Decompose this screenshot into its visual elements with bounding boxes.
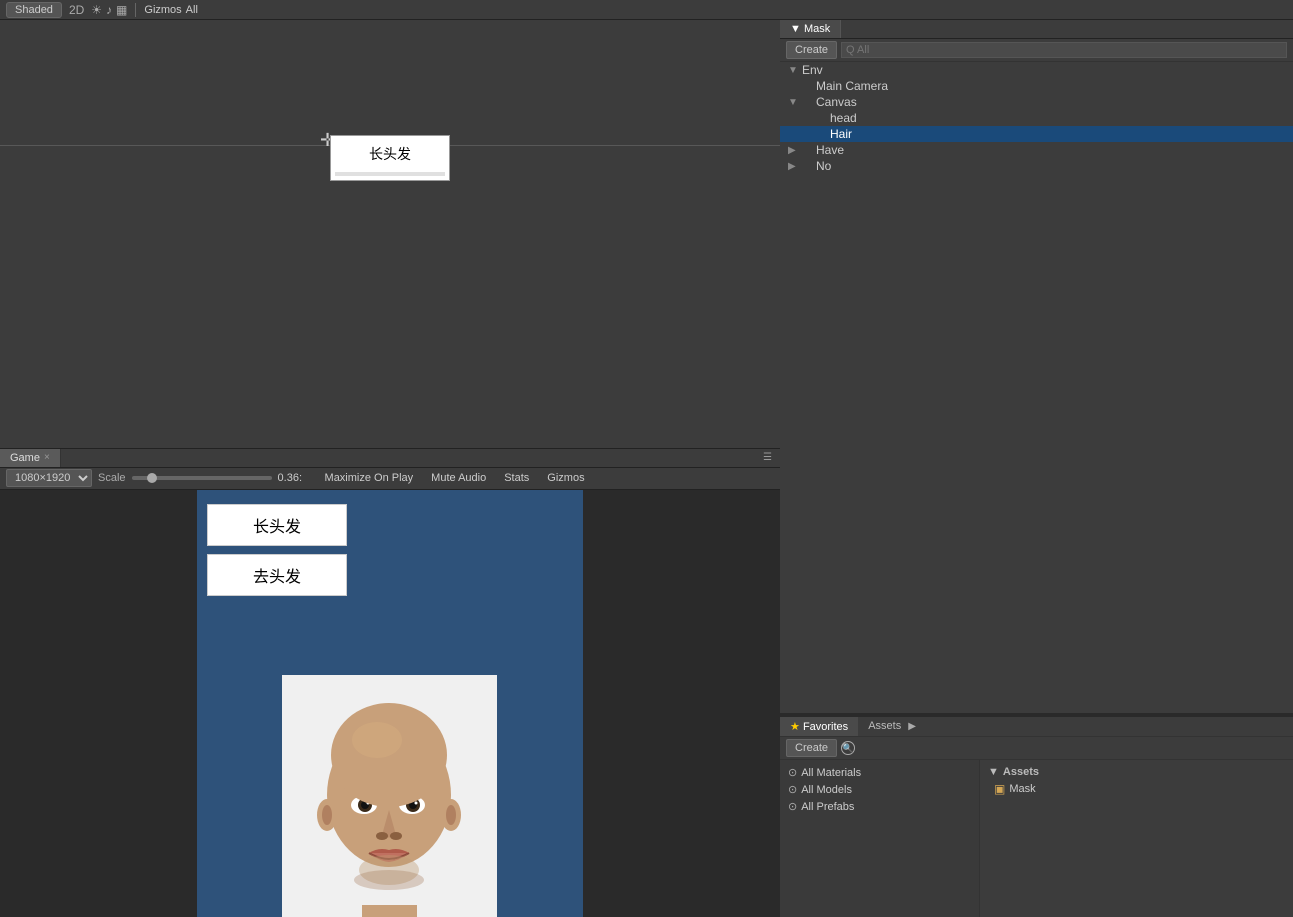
face-illustration (282, 675, 497, 917)
project-favorites-panel: ⊙ All Materials ⊙ All Models ⊙ All Prefa… (780, 760, 980, 917)
project-tabs: ★ Favorites Assets ▶ (780, 717, 1293, 737)
hierarchy-item-have[interactable]: ▶ Have (780, 142, 1293, 158)
have-label: Have (816, 143, 844, 157)
head-photo (282, 675, 497, 917)
scale-value: 0.36: (278, 472, 313, 484)
gizmos-button[interactable]: Gizmos (541, 470, 590, 486)
scene-content: ✛ 长头发 (0, 20, 780, 448)
project-panel: ★ Favorites Assets ▶ Create 🔍 ⊙ (780, 717, 1293, 917)
game-tab-close[interactable]: × (44, 452, 50, 463)
hierarchy-tab-label: ▼ (790, 23, 804, 35)
assets-tab-label: Assets (868, 720, 901, 732)
mask-asset-label: Mask (1009, 783, 1035, 795)
hierarchy-tabs: ▼ Mask (780, 20, 1293, 39)
assets-expand-arrow[interactable]: ▼ (988, 766, 999, 778)
maximize-on-play-button[interactable]: Maximize On Play (319, 470, 420, 486)
hierarchy-item-main-camera[interactable]: Main Camera (780, 78, 1293, 94)
game-content: 长头发 去头发 (0, 490, 780, 917)
gizmos-label: Gizmos (144, 4, 181, 16)
star-icon: ★ (790, 721, 800, 733)
favorites-all-materials[interactable]: ⊙ All Materials (784, 764, 975, 781)
audio-icon: ♪ (106, 3, 112, 17)
scene-viewport: ✛ 长头发 (0, 20, 780, 448)
scene-popup-title: 长头发 (335, 140, 445, 168)
hierarchy-item-env[interactable]: ▼ Env (780, 62, 1293, 78)
shaded-button[interactable]: Shaded (6, 2, 62, 18)
all-prefabs-label: All Prefabs (801, 801, 854, 813)
game-tab-bar: Game × ☰ (0, 448, 780, 468)
project-create-button[interactable]: Create (786, 739, 837, 757)
main-area: ✛ 长头发 Game × ☰ 1080×1920 Scale (0, 20, 1293, 917)
game-viewport: 长头发 去头发 (0, 490, 780, 917)
env-expand-arrow[interactable]: ▼ (788, 65, 802, 76)
scene-popup-bar (335, 172, 445, 176)
canvas-label: Canvas (816, 95, 857, 109)
hair-label: Hair (830, 127, 852, 141)
right-panel: ▼ Mask Create ▼ Env (780, 20, 1293, 917)
hierarchy-search-input[interactable] (841, 42, 1287, 58)
hierarchy-item-no[interactable]: ▶ No (780, 158, 1293, 174)
hierarchy-tab-mask[interactable]: ▼ Mask (780, 20, 841, 38)
mask-folder-icon: ▣ (994, 782, 1005, 796)
toolbar-separator (135, 3, 136, 17)
game-tab-label: Game (10, 452, 40, 464)
project-controls: Create 🔍 (780, 737, 1293, 760)
project-search-icon[interactable]: 🔍 (841, 741, 855, 755)
top-toolbar: Shaded 2D ☀ ♪ ▦ Gizmos All (0, 0, 1293, 20)
hierarchy-item-canvas[interactable]: ▼ Canvas (780, 94, 1293, 110)
mute-audio-button[interactable]: Mute Audio (425, 470, 492, 486)
project-assets-panel: ▼ Assets ▣ Mask (980, 760, 1293, 917)
models-search-icon: ⊙ (788, 783, 797, 796)
left-panel: ✛ 长头发 Game × ☰ 1080×1920 Scale (0, 20, 780, 917)
env-label: Env (802, 63, 823, 77)
prefabs-search-icon: ⊙ (788, 800, 797, 813)
assets-header-label: Assets (1003, 766, 1039, 778)
hierarchy-item-hair[interactable]: Hair (780, 126, 1293, 142)
all-materials-label: All Materials (801, 767, 861, 779)
game-right-area (583, 490, 780, 917)
game-controls-bar: 1080×1920 Scale 0.36: Maximize On Play M… (0, 468, 780, 490)
long-hair-button[interactable]: 长头发 (207, 504, 347, 546)
head-label: head (830, 111, 857, 125)
all-label: All (186, 4, 198, 16)
toolbar-left: Shaded 2D ☀ ♪ ▦ Gizmos All (0, 2, 204, 18)
favorites-tab-label: Favorites (803, 721, 848, 733)
favorites-all-prefabs[interactable]: ⊙ All Prefabs (784, 798, 975, 815)
hierarchy-section: ▼ Mask Create ▼ Env (780, 20, 1293, 713)
hierarchy-panel: ▼ Env Main Camera ▼ Canvas (780, 62, 1293, 713)
assets-expand-icon: ▶ (908, 721, 916, 732)
project-tab-assets[interactable]: Assets ▶ (858, 717, 926, 736)
hierarchy-create-button[interactable]: Create (786, 41, 837, 59)
hierarchy-item-head[interactable]: head (780, 110, 1293, 126)
no-label: No (816, 159, 831, 173)
all-models-label: All Models (801, 784, 852, 796)
asset-item-mask[interactable]: ▣ Mask (984, 780, 1289, 798)
favorites-all-models[interactable]: ⊙ All Models (784, 781, 975, 798)
stats-button[interactable]: Stats (498, 470, 535, 486)
camera-icon: ▦ (116, 3, 127, 17)
game-blue-area: 长头发 去头发 (197, 490, 583, 917)
2d-button[interactable]: 2D (66, 3, 87, 17)
resolution-select[interactable]: 1080×1920 (6, 469, 92, 487)
main-camera-label: Main Camera (816, 79, 888, 93)
scale-label: Scale (98, 472, 126, 484)
materials-search-icon: ⊙ (788, 766, 797, 779)
tab-options-icon[interactable]: ☰ (755, 452, 780, 463)
scale-slider[interactable] (132, 476, 272, 480)
game-left-sidebar (0, 490, 197, 917)
light-icon: ☀ (91, 3, 102, 17)
game-tab[interactable]: Game × (0, 449, 61, 467)
project-tab-favorites[interactable]: ★ Favorites (780, 717, 858, 736)
scene-popup[interactable]: 长头发 (330, 135, 450, 181)
remove-hair-button[interactable]: 去头发 (207, 554, 347, 596)
hierarchy-controls: Create (780, 39, 1293, 62)
assets-section-header: ▼ Assets (984, 764, 1289, 780)
project-content: ⊙ All Materials ⊙ All Models ⊙ All Prefa… (780, 760, 1293, 917)
scale-slider-thumb[interactable] (147, 473, 157, 483)
hierarchy-tab-mask-label: Mask (804, 23, 830, 35)
